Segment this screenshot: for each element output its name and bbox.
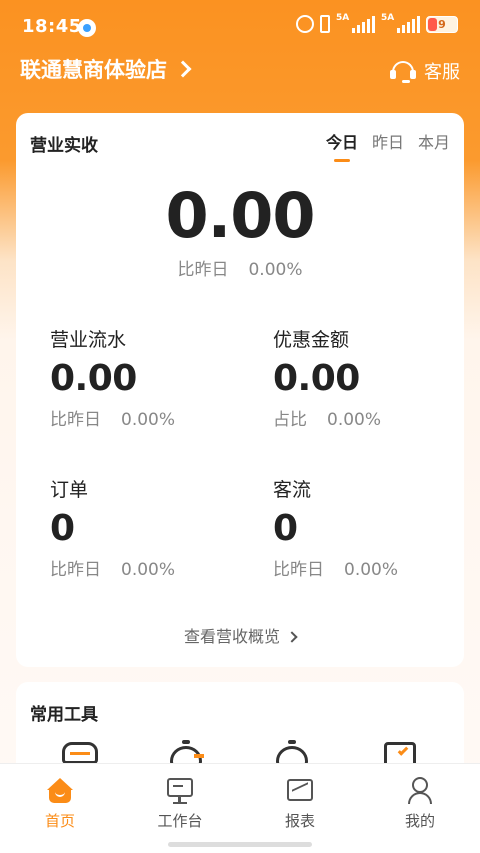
revenue-title: 营业实收 xyxy=(30,136,98,156)
metric-compare-value: 0.00% xyxy=(344,560,399,580)
period-tabs: 今日 昨日 本月 xyxy=(326,129,450,162)
revenue-value: 0.00 xyxy=(165,179,316,252)
nav-workbench[interactable]: 工作台 xyxy=(120,776,240,831)
nav-reports[interactable]: 报表 xyxy=(240,776,360,831)
compare-value: 0.00% xyxy=(248,260,303,280)
tab-month[interactable]: 本月 xyxy=(418,129,450,153)
store-selector[interactable]: 联通慧商体验店 xyxy=(20,54,192,84)
metric-compare-value: 0.00% xyxy=(121,560,176,580)
metric-traffic: 客流 0 比昨日 0.00% xyxy=(273,475,473,580)
overview-label: 查看营收概览 xyxy=(183,627,280,646)
network-type-label: 5A xyxy=(336,13,350,23)
battery-level: 9 xyxy=(438,17,446,31)
message-notification-icon xyxy=(78,19,96,37)
metric-value: 0 xyxy=(50,508,75,549)
metric-value: 0.00 xyxy=(50,358,137,399)
metric-compare-value: 0.00% xyxy=(121,410,176,430)
metric-turnover: 营业流水 0.00 比昨日 0.00% xyxy=(50,325,250,430)
signal-icon-1: 5A xyxy=(336,13,375,33)
tab-today[interactable]: 今日 xyxy=(326,129,358,162)
metric-compare: 比昨日 0.00% xyxy=(50,405,250,430)
metric-label: 营业流水 xyxy=(50,329,127,351)
customer-service-button[interactable]: 客服 xyxy=(390,58,460,84)
nav-label: 报表 xyxy=(284,812,315,830)
status-indicators: 5A 5A 9 xyxy=(296,13,458,33)
tool-cashier-icon[interactable] xyxy=(62,740,98,764)
nav-label: 首页 xyxy=(44,812,75,830)
vibrate-icon xyxy=(320,15,330,33)
metric-compare-value: 0.00% xyxy=(327,410,382,430)
metric-compare-label: 占比 xyxy=(273,410,307,430)
monitor-icon xyxy=(166,776,194,804)
chart-icon xyxy=(286,776,314,804)
revenue-card: 营业实收 今日 昨日 本月 0.00 比昨日 0.00% 营业流水 0.00 比昨… xyxy=(16,113,464,667)
tool-service-bell-icon[interactable] xyxy=(168,740,204,776)
metric-compare: 占比 0.00% xyxy=(273,405,473,430)
chevron-right-icon xyxy=(286,631,298,643)
metric-label: 优惠金额 xyxy=(273,329,350,351)
nav-mine[interactable]: 我的 xyxy=(360,776,480,831)
tool-checklist-icon[interactable] xyxy=(382,740,418,770)
metric-value: 0 xyxy=(273,508,298,549)
metric-compare-label: 比昨日 xyxy=(273,560,324,580)
signal-icon-2: 5A xyxy=(381,13,420,33)
metric-compare-label: 比昨日 xyxy=(50,560,101,580)
network-type-label-2: 5A xyxy=(381,13,395,23)
home-indicator[interactable] xyxy=(168,842,312,847)
store-name: 联通慧商体验店 xyxy=(20,58,167,82)
metric-compare: 比昨日 0.00% xyxy=(50,555,250,580)
battery-icon: 9 xyxy=(426,15,458,33)
nav-label: 工作台 xyxy=(157,812,203,830)
revenue-overview-link[interactable]: 查看营收概览 xyxy=(16,623,464,647)
metric-compare: 比昨日 0.00% xyxy=(273,555,473,580)
metric-value: 0.00 xyxy=(273,358,360,399)
tool-timer-icon[interactable] xyxy=(274,740,310,776)
bottom-nav: 首页 工作台 报表 我的 xyxy=(0,763,480,853)
status-time: 18:45 xyxy=(22,16,82,37)
tab-yesterday[interactable]: 昨日 xyxy=(372,129,404,153)
home-icon xyxy=(46,776,74,804)
revenue-compare: 比昨日 0.00% xyxy=(16,255,464,280)
headset-icon xyxy=(390,59,416,83)
app-header: 联通慧商体验店 客服 xyxy=(0,52,480,92)
compare-label: 比昨日 xyxy=(177,260,229,280)
status-bar: 18:45 5A 5A 9 xyxy=(0,0,480,56)
chevron-right-icon xyxy=(174,60,192,78)
metric-discount: 优惠金额 0.00 占比 0.00% xyxy=(273,325,473,430)
metric-label: 客流 xyxy=(273,479,312,501)
customer-service-label: 客服 xyxy=(424,62,460,83)
metric-orders: 订单 0 比昨日 0.00% xyxy=(50,475,250,580)
tools-title: 常用工具 xyxy=(30,705,98,725)
nav-home[interactable]: 首页 xyxy=(0,776,120,831)
metric-compare-label: 比昨日 xyxy=(50,410,101,430)
user-icon xyxy=(406,776,434,804)
alarm-icon xyxy=(296,15,314,33)
nav-label: 我的 xyxy=(404,812,435,830)
metric-label: 订单 xyxy=(50,479,89,501)
